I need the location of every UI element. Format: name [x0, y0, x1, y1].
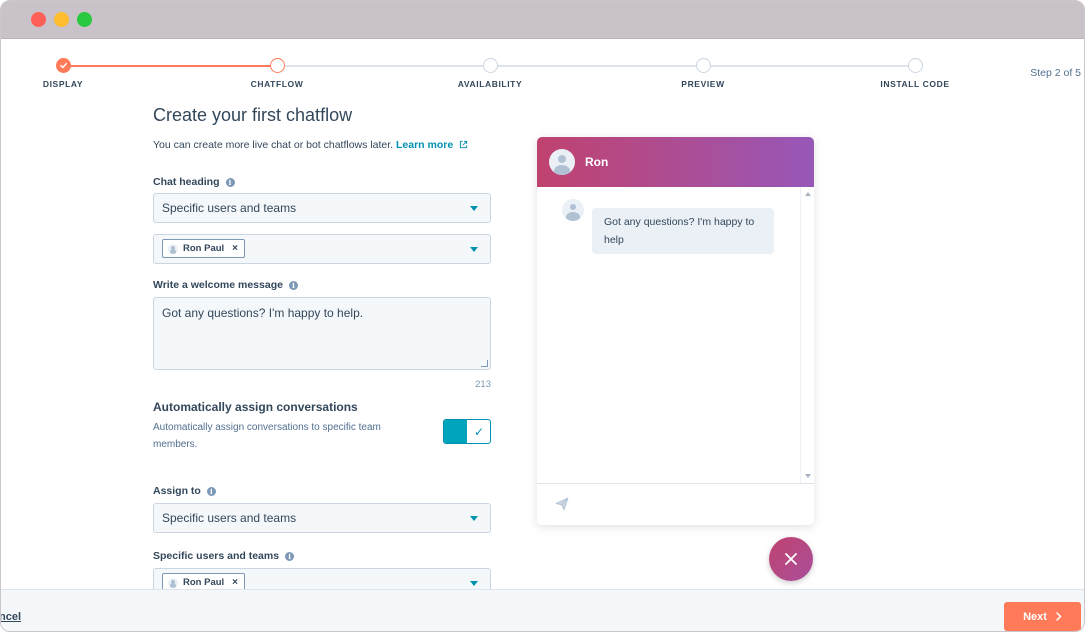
chevron-down-icon [470, 581, 478, 586]
next-button[interactable]: Next [1004, 602, 1081, 631]
textarea-value: Got any questions? I'm happy to help. [162, 306, 364, 320]
assign-to-label: Assign to i [153, 485, 216, 497]
close-chat-button[interactable] [769, 537, 813, 581]
agent-name: Ron [585, 155, 609, 169]
step-count: Step 2 of 5 [1030, 67, 1081, 79]
step-indicator [482, 58, 498, 73]
info-icon[interactable]: i [288, 280, 298, 290]
character-count: 213 [475, 379, 491, 390]
chat-heading-select[interactable]: Specific users and teams [153, 193, 491, 223]
chat-heading-user-select[interactable]: Ron Paul × [153, 234, 491, 264]
info-icon[interactable]: i [206, 486, 216, 496]
resize-handle-icon[interactable] [481, 360, 488, 367]
step-availability[interactable]: AVAILABILITY [430, 58, 550, 89]
auto-assign-description: Automatically assign conversations to sp… [153, 422, 381, 450]
scroll-down-icon[interactable] [805, 474, 811, 478]
specific-users-select[interactable]: Ron Paul × [153, 568, 491, 589]
step-label: CHATFLOW [250, 79, 304, 89]
message-avatar [562, 199, 584, 221]
select-value: Specific users and teams [162, 201, 297, 215]
info-icon[interactable]: i [225, 177, 235, 187]
chevron-down-icon [470, 516, 478, 521]
step-chatflow[interactable]: CHATFLOW [217, 58, 337, 89]
label-text: Write a welcome message [153, 279, 283, 291]
minimize-window-button[interactable] [54, 12, 69, 27]
chatflow-form: Create your first chatflow You can creat… [153, 101, 491, 589]
avatar-icon [168, 243, 178, 254]
assign-to-select[interactable]: Specific users and teams [153, 503, 491, 533]
remove-tag-icon[interactable]: × [232, 577, 238, 588]
progress-stepper: DISPLAY CHATFLOW AVAILABILITY PREVIEW IN… [1, 39, 1084, 101]
label-text: Chat heading [153, 176, 220, 188]
step-indicator [907, 58, 923, 73]
cancel-link[interactable]: ncel [1, 611, 21, 623]
step-label: AVAILABILITY [457, 79, 523, 89]
page-subtitle: You can create more live chat or bot cha… [153, 139, 468, 151]
step-indicator [695, 58, 711, 73]
info-icon[interactable]: i [285, 551, 295, 561]
send-icon[interactable] [555, 497, 569, 511]
close-window-button[interactable] [31, 12, 46, 27]
chat-preview-widget: Ron Got any questions? I'm happy to help [537, 137, 814, 525]
title-bar [1, 1, 1084, 39]
step-label: DISPLAY [42, 79, 84, 89]
app-window: DISPLAY CHATFLOW AVAILABILITY PREVIEW IN… [0, 0, 1085, 632]
check-icon [55, 58, 71, 73]
welcome-message-label: Write a welcome message i [153, 279, 298, 291]
label-text: Specific users and teams [153, 550, 280, 562]
user-tag: Ron Paul × [162, 573, 246, 589]
maximize-window-button[interactable] [77, 12, 92, 27]
avatar-icon [168, 577, 178, 588]
next-label: Next [1023, 610, 1047, 623]
user-tag: Ron Paul × [162, 239, 246, 258]
auto-assign-toggle[interactable]: ✓ [443, 419, 491, 444]
tag-label: Ron Paul [183, 577, 225, 588]
learn-more-link[interactable]: Learn more [396, 139, 453, 151]
tag-label: Ron Paul [183, 243, 225, 254]
step-label: INSTALL CODE [880, 79, 950, 89]
step-display[interactable]: DISPLAY [3, 58, 123, 89]
close-icon [785, 553, 797, 565]
checkmark-icon: ✓ [473, 424, 485, 439]
chevron-down-icon [470, 206, 478, 211]
chat-scrollbar[interactable] [800, 187, 814, 483]
page-title: Create your first chatflow [153, 105, 353, 125]
chevron-down-icon [470, 247, 478, 252]
step-preview[interactable]: PREVIEW [643, 58, 763, 89]
select-value: Specific users and teams [162, 511, 297, 525]
stepper-track-remaining [277, 65, 915, 67]
external-link-icon [460, 140, 468, 149]
step-label: PREVIEW [681, 79, 725, 89]
toggle-on-fill [444, 420, 467, 443]
auto-assign-title: Automatically assign conversations [153, 400, 358, 414]
chat-messages: Got any questions? I'm happy to help [537, 187, 814, 484]
footer-bar: ncel Next [1, 589, 1084, 631]
agent-avatar [549, 149, 575, 175]
welcome-message-bubble: Got any questions? I'm happy to help [592, 208, 774, 254]
chat-heading-label: Chat heading i [153, 176, 235, 188]
label-text: Assign to [153, 485, 201, 497]
specific-users-label: Specific users and teams i [153, 550, 295, 562]
remove-tag-icon[interactable]: × [232, 243, 238, 254]
step-indicator [269, 58, 285, 73]
scroll-up-icon[interactable] [805, 192, 811, 196]
step-install-code[interactable]: INSTALL CODE [855, 58, 975, 89]
subtitle-text: You can create more live chat or bot cha… [153, 139, 394, 151]
chat-header: Ron [537, 137, 814, 187]
chevron-right-icon [1056, 612, 1062, 621]
welcome-message-input[interactable]: Got any questions? I'm happy to help. [153, 297, 491, 370]
